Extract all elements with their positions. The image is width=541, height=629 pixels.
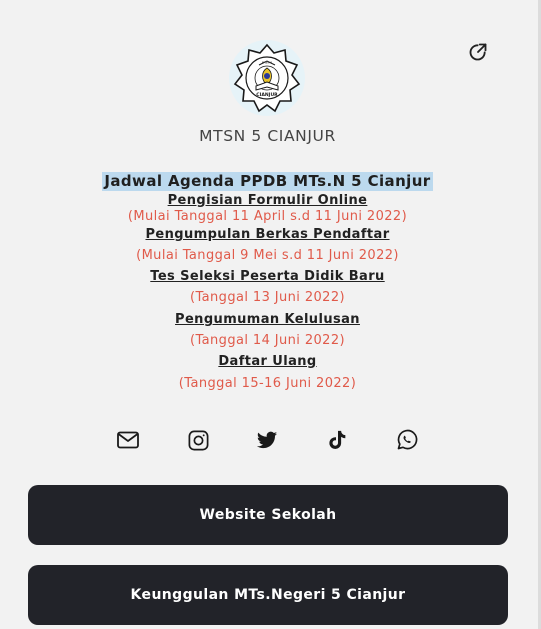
twitter-icon xyxy=(256,431,278,449)
whatsapp-link[interactable] xyxy=(394,427,420,453)
email-icon xyxy=(117,431,139,449)
schedule-item-date: (Mulai Tanggal 11 April s.d 11 Juni 2022… xyxy=(127,209,408,224)
website-sekolah-button[interactable]: Website Sekolah xyxy=(28,485,508,545)
twitter-link[interactable] xyxy=(254,427,280,453)
instagram-link[interactable] xyxy=(185,427,211,453)
schedule-item-heading: Daftar Ulang xyxy=(218,354,317,369)
tiktok-link[interactable] xyxy=(324,427,350,453)
schedule-item-heading: Pengisian Formulir Online xyxy=(167,193,368,208)
schedule-title: Jadwal Agenda PPDB MTs.N 5 Cianjur xyxy=(102,172,433,191)
schedule-block: Jadwal Agenda PPDB MTs.N 5 Cianjur Pengi… xyxy=(0,171,535,392)
school-logo: MTsN 5 CIANJUR xyxy=(228,39,306,117)
link-in-bio-page: MTsN 5 CIANJUR MTSN 5 CIANJUR Jadwal Age… xyxy=(0,0,541,629)
share-button[interactable] xyxy=(466,40,490,64)
svg-text:MTsN 5: MTsN 5 xyxy=(262,61,273,65)
schedule-item-date: (Tanggal 15-16 Juni 2022) xyxy=(178,376,357,391)
schedule-item-date: (Tanggal 13 Juni 2022) xyxy=(190,290,345,305)
schedule-item-date: (Tanggal 14 Juni 2022) xyxy=(190,333,345,348)
share-arrow-icon xyxy=(469,43,487,61)
whatsapp-icon xyxy=(397,429,418,450)
schedule-item-heading: Pengumuman Kelulusan xyxy=(175,312,360,327)
schedule-item-heading: Tes Seleksi Peserta Didik Baru xyxy=(150,269,385,284)
tiktok-icon xyxy=(329,430,346,449)
instagram-icon xyxy=(188,430,208,450)
svg-text:CIANJUR: CIANJUR xyxy=(256,92,278,98)
schedule-item-heading: Pengumpulan Berkas Pendaftar xyxy=(145,227,390,242)
schedule-item-date: (Mulai Tanggal 9 Mei s.d 11 Juni 2022) xyxy=(136,248,399,263)
keunggulan-button[interactable]: Keunggulan MTs.Negeri 5 Cianjur xyxy=(28,565,508,625)
profile-name: MTSN 5 CIANJUR xyxy=(199,127,336,145)
social-links xyxy=(0,427,535,453)
email-link[interactable] xyxy=(115,427,141,453)
